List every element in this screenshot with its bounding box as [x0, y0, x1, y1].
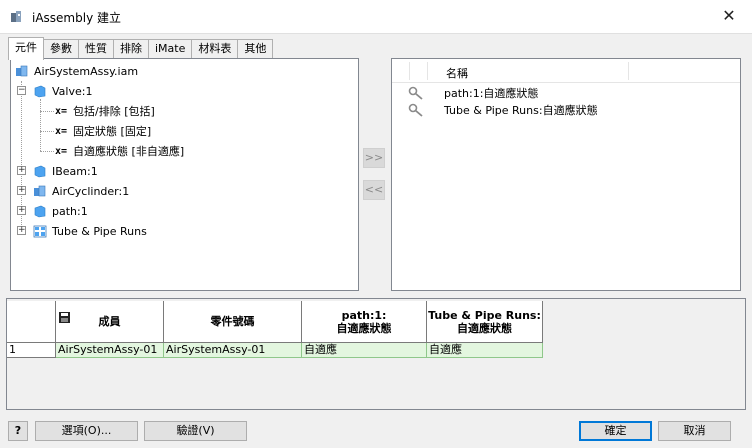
tree-label-ibeam: IBeam:1	[52, 164, 98, 178]
parameter-x-icon: x=	[55, 145, 68, 157]
expand-tube-toggle[interactable]: +	[17, 226, 26, 235]
tree-item-aircylinder[interactable]: AirCyclinder:1	[33, 182, 129, 200]
cancel-button[interactable]: 取消	[658, 421, 731, 441]
tab-other[interactable]: 其他	[237, 39, 274, 59]
expand-path-toggle[interactable]: +	[17, 206, 26, 215]
tree-label-path: path:1	[52, 204, 88, 218]
list-header: 名稱	[392, 59, 740, 83]
list-item-label: Tube & Pipe Runs:自適應狀態	[444, 103, 598, 117]
collapse-valve-toggle[interactable]: −	[17, 86, 26, 95]
tree-label-grounded: 固定狀態 [固定]	[73, 125, 152, 138]
tube-header-line1: Tube & Pipe Runs:	[428, 308, 541, 322]
tree-item-grounded[interactable]: x= 固定狀態 [固定]	[55, 122, 151, 140]
tab-bom[interactable]: 材料表	[191, 39, 239, 59]
path-adaptive-cell[interactable]: 自適應	[302, 343, 427, 358]
tree-item-include-exclude[interactable]: x= 包括/排除 [包括]	[55, 102, 155, 120]
tree-label-adaptive: 自適應狀態 [非自適應]	[73, 145, 185, 158]
tab-parameters[interactable]: 參數	[43, 39, 79, 59]
part-number-header-label: 零件號碼	[210, 315, 255, 328]
tree-label-root: AirSystemAssy.iam	[34, 64, 139, 78]
parameter-x-icon: x=	[55, 125, 68, 137]
part-number-column-header[interactable]: 零件號碼	[164, 301, 302, 343]
tree-label-aircylinder: AirCyclinder:1	[52, 184, 130, 198]
tree-item-tube-pipe-runs[interactable]: Tube & Pipe Runs	[33, 222, 147, 240]
options-button[interactable]: 選項(O)...	[35, 421, 138, 441]
verify-button[interactable]: 驗證(V)	[144, 421, 247, 441]
key-icon	[408, 86, 423, 100]
path-header-line2: 自適應狀態	[336, 321, 392, 335]
tab-imate[interactable]: iMate	[148, 39, 193, 59]
tab-strip: 元件 參數 性質 排除 iMate 材料表 其他	[8, 37, 274, 60]
subassembly-icon	[34, 185, 46, 197]
title-bar: iAssembly 建立 ✕	[0, 0, 752, 34]
add-to-list-button[interactable]: >>	[363, 148, 385, 168]
help-icon: ?	[14, 424, 22, 437]
window-title: iAssembly 建立	[32, 11, 121, 25]
selected-items-list[interactable]: 名稱 path:1:自適應狀態 Tube & Pipe Runs:自適應狀態	[391, 58, 741, 291]
tree-label-valve: Valve:1	[52, 84, 93, 98]
tree-item-root[interactable]: AirSystemAssy.iam	[15, 62, 138, 80]
tube-header-line2: 自適應狀態	[457, 321, 512, 335]
key-icon	[408, 103, 423, 117]
member-header-label: 成員	[98, 315, 121, 328]
tree-label-include-exclude: 包括/排除 [包括]	[73, 105, 155, 118]
part-icon	[34, 165, 46, 178]
parameter-x-icon: x=	[55, 105, 68, 117]
path-header-line1: path:1:	[341, 308, 387, 322]
part-icon	[34, 205, 46, 218]
member-cell[interactable]: AirSystemAssy-01	[56, 343, 164, 358]
table-header-row: 成員 零件號碼 path:1: 自適應狀態 Tube & Pipe Runs: …	[7, 301, 543, 343]
tab-properties[interactable]: 性質	[78, 39, 114, 59]
save-icon[interactable]	[59, 312, 70, 323]
ok-button[interactable]: 確定	[579, 421, 652, 441]
member-table: 成員 零件號碼 path:1: 自適應狀態 Tube & Pipe Runs: …	[6, 298, 746, 410]
tab-exclusions[interactable]: 排除	[113, 39, 149, 59]
path-adaptive-column-header[interactable]: path:1: 自適應狀態	[302, 301, 427, 343]
remove-from-list-button[interactable]: <<	[363, 180, 385, 200]
tree-item-valve[interactable]: Valve:1	[33, 82, 92, 100]
tree-item-path[interactable]: path:1	[33, 202, 88, 220]
close-icon: ✕	[722, 6, 736, 25]
tree-label-tube-pipe-runs: Tube & Pipe Runs	[52, 224, 147, 238]
tube-adaptive-column-header[interactable]: Tube & Pipe Runs: 自適應狀態	[427, 301, 543, 343]
row-header-corner[interactable]	[7, 301, 56, 343]
table-row[interactable]: 1 AirSystemAssy-01 AirSystemAssy-01 自適應 …	[7, 343, 543, 358]
component-tree[interactable]: AirSystemAssy.iam − Valve:1 x= 包括/排除 [包括…	[10, 58, 359, 291]
part-icon	[34, 85, 46, 98]
help-button[interactable]: ?	[8, 421, 28, 441]
tree-item-adaptive[interactable]: x= 自適應狀態 [非自適應]	[55, 142, 184, 160]
list-item[interactable]: path:1:自適應狀態	[408, 84, 538, 101]
list-item[interactable]: Tube & Pipe Runs:自適應狀態	[408, 101, 598, 118]
expand-ibeam-toggle[interactable]: +	[17, 166, 26, 175]
close-button[interactable]: ✕	[706, 0, 752, 33]
expand-aircylinder-toggle[interactable]: +	[17, 186, 26, 195]
list-item-label: path:1:自適應狀態	[444, 86, 539, 100]
assembly-icon	[16, 65, 28, 77]
member-column-header[interactable]: 成員	[56, 301, 164, 343]
tree-item-ibeam[interactable]: IBeam:1	[33, 162, 98, 180]
tube-pipe-runs-icon	[33, 225, 47, 238]
tube-adaptive-cell[interactable]: 自適應	[427, 343, 543, 358]
part-number-cell[interactable]: AirSystemAssy-01	[164, 343, 302, 358]
iassembly-app-icon	[11, 11, 21, 22]
tab-components[interactable]: 元件	[8, 37, 44, 60]
row-number[interactable]: 1	[7, 343, 56, 358]
